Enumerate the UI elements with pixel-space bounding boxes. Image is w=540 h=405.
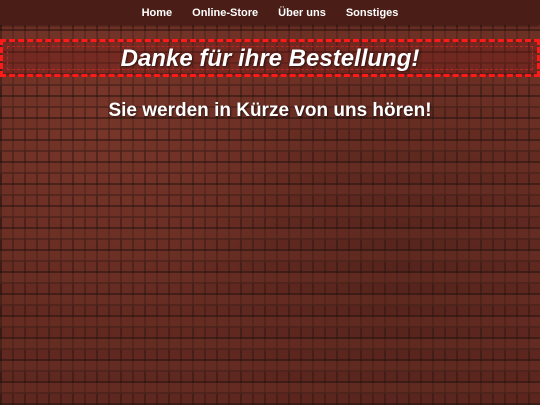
nav-item-online-store[interactable]: Online-Store [182, 7, 268, 19]
nav-item-sonstiges[interactable]: Sonstiges [336, 7, 409, 19]
banner-title: Danke für ihre Bestellung! [120, 45, 420, 72]
nav-item-home[interactable]: Home [132, 7, 183, 19]
thank-you-banner: Danke für ihre Bestellung! [0, 39, 540, 77]
brick-wall-background [0, 25, 540, 405]
top-navigation: Home Online-Store Über uns Sonstiges [0, 0, 540, 25]
nav-item-ueber-uns[interactable]: Über uns [268, 7, 336, 19]
confirmation-message: Sie werden in Kürze von uns hören! [108, 100, 432, 121]
